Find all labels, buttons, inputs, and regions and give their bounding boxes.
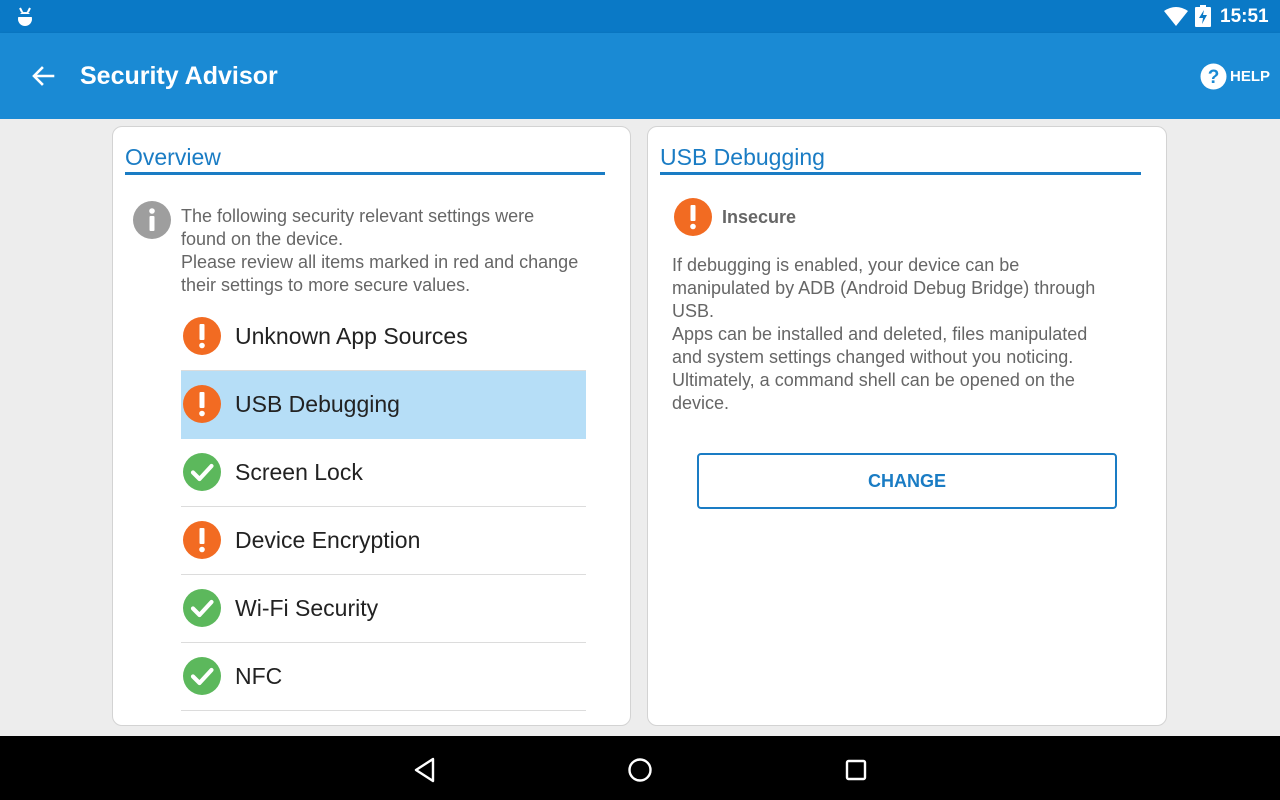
settings-list: Unknown App Sources USB Debugging Screen L… xyxy=(181,303,586,711)
warning-icon xyxy=(183,385,221,423)
list-item[interactable]: USB Debugging xyxy=(181,371,586,439)
status-bar: 15:51 xyxy=(0,0,1280,33)
warning-icon xyxy=(183,521,221,559)
check-icon xyxy=(183,453,221,491)
detail-description: If debugging is enabled, your device can… xyxy=(672,255,1096,413)
list-item-label: Device Encryption xyxy=(235,527,421,553)
wifi-icon xyxy=(1164,7,1188,26)
back-arrow-icon[interactable] xyxy=(28,61,58,91)
info-icon xyxy=(133,201,171,239)
content-area: Overview The following security relevant… xyxy=(0,119,1280,736)
overview-card: Overview The following security relevant… xyxy=(112,126,631,726)
status-row: Insecure xyxy=(674,197,796,237)
nav-recent-apps-icon[interactable] xyxy=(842,756,870,784)
list-item-label: Screen Lock xyxy=(235,459,363,485)
list-item[interactable]: NFC xyxy=(181,643,586,711)
list-item-label: NFC xyxy=(235,663,283,689)
check-icon xyxy=(183,589,221,627)
svg-text:?: ? xyxy=(1208,67,1220,88)
list-item-label: USB Debugging xyxy=(235,391,400,417)
help-label: HELP xyxy=(1230,67,1271,85)
app-bar: Security Advisor ? HELP xyxy=(0,33,1280,119)
detail-card: USB Debugging Insecure If debugging is e… xyxy=(647,126,1167,726)
nav-back-icon[interactable] xyxy=(411,756,439,784)
check-icon xyxy=(183,657,221,695)
android-debug-icon xyxy=(18,7,32,26)
page-title: Security Advisor xyxy=(80,62,278,90)
list-item[interactable]: Device Encryption xyxy=(181,507,586,575)
intro-text: The following security relevant settings… xyxy=(181,206,579,295)
list-item[interactable]: Screen Lock xyxy=(181,439,586,507)
battery-charging-icon xyxy=(1195,5,1211,27)
overview-title: Overview xyxy=(125,142,605,175)
warning-icon xyxy=(183,317,221,355)
detail-title: USB Debugging xyxy=(660,142,1141,175)
help-icon: ? xyxy=(1200,63,1227,89)
clock: 15:51 xyxy=(1220,6,1269,27)
list-item-label: Unknown App Sources xyxy=(235,323,468,349)
list-item[interactable]: Wi-Fi Security xyxy=(181,575,586,643)
status-label: Insecure xyxy=(722,206,797,227)
list-item[interactable]: Unknown App Sources xyxy=(181,303,586,371)
nav-home-icon[interactable] xyxy=(626,756,654,784)
help-button[interactable]: ? HELP xyxy=(1200,61,1270,91)
warning-icon xyxy=(674,198,712,236)
navigation-bar xyxy=(0,736,1280,800)
change-button[interactable]: CHANGE xyxy=(697,453,1117,509)
list-item-label: Wi-Fi Security xyxy=(235,595,379,621)
